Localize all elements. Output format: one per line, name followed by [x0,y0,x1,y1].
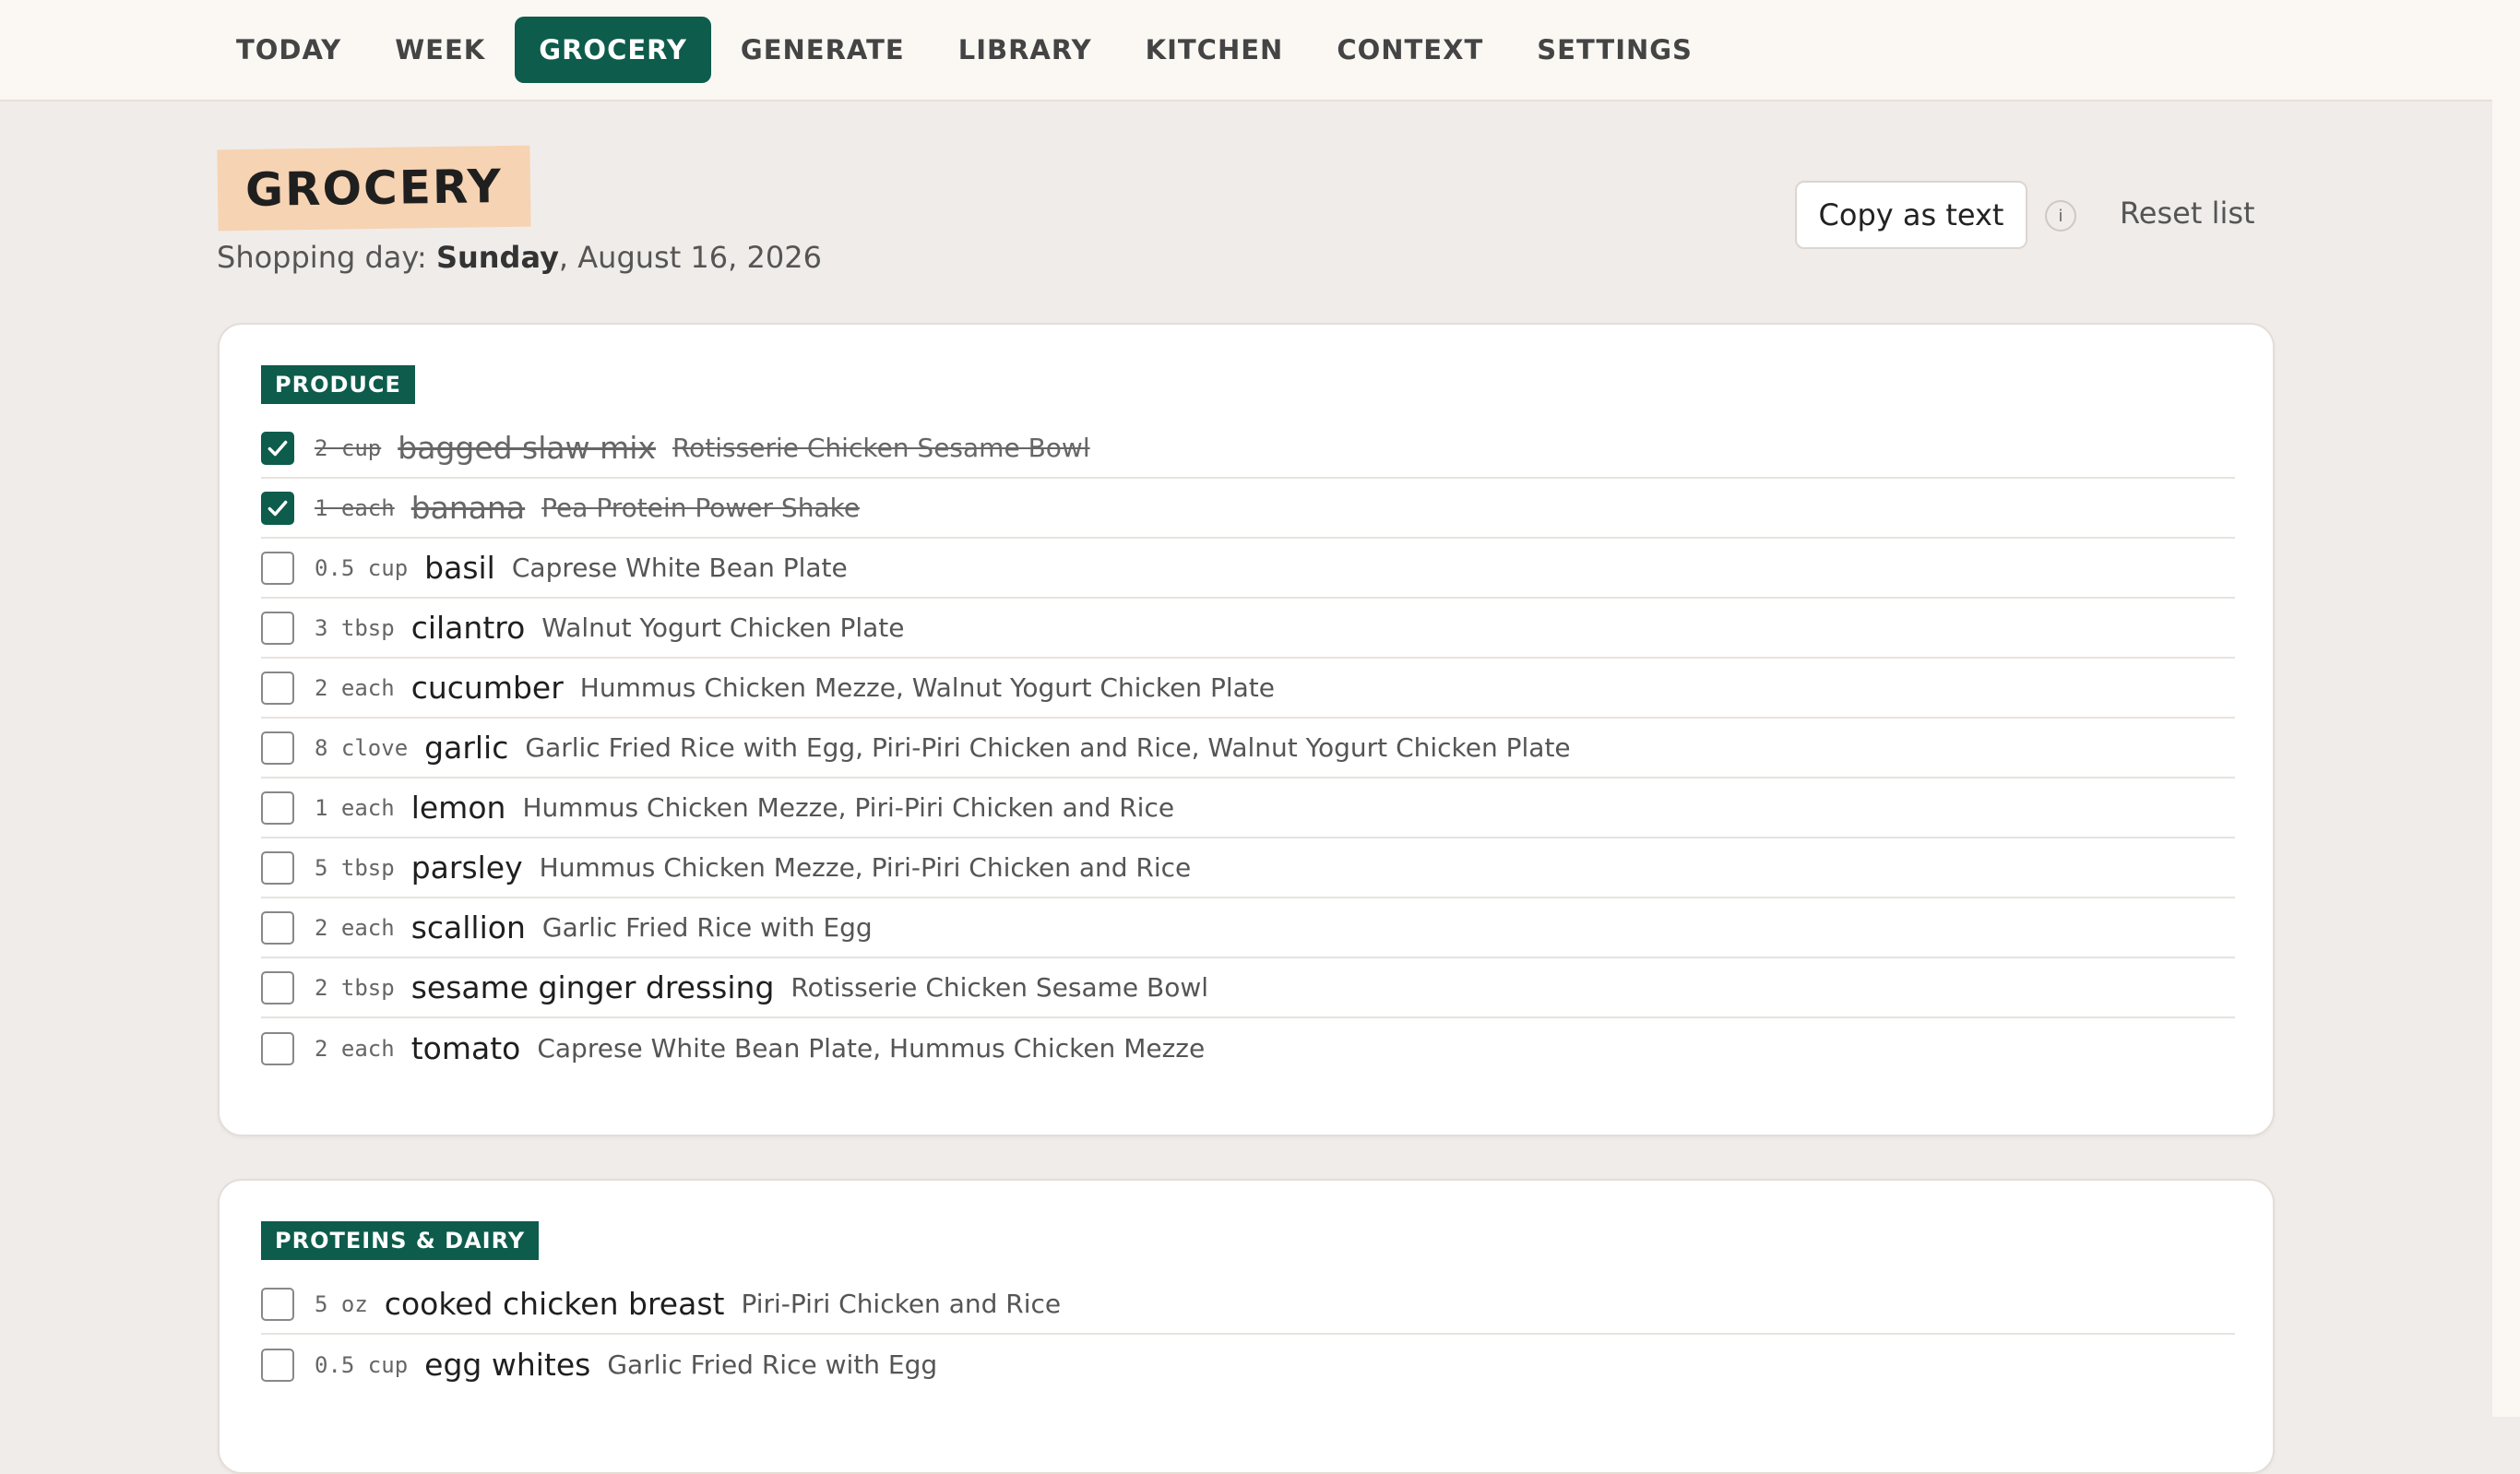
tab-today[interactable]: TODAY [212,17,365,83]
tab-settings[interactable]: SETTINGS [1513,17,1717,83]
item-quantity: 1 each [315,494,395,521]
item-name: scallion [410,909,526,945]
item-quantity: 2 tbsp [315,974,395,1001]
item-recipes: Piri-Piri Chicken and Rice [741,1289,1062,1319]
tab-grocery[interactable]: GROCERY [515,17,711,83]
list-item: 5 tbsp parsley Hummus Chicken Mezze, Piri-… [261,838,2235,898]
shopping-day-prefix: Shopping day: [217,240,436,275]
item-recipes: Rotisserie Chicken Sesame Bowl [672,433,1090,463]
item-name: lemon [410,790,506,826]
item-name: sesame ginger dressing [410,969,775,1005]
item-quantity: 3 tbsp [315,614,395,641]
list-item: 1 each banana Pea Protein Power Shake [261,479,2235,539]
item-name: bagged slaw mix [398,430,656,466]
item-name: tomato [410,1030,521,1066]
info-icon[interactable]: i [2045,200,2076,232]
item-recipes: Garlic Fried Rice with Egg, Piri-Piri Ch… [525,732,1571,763]
item-name: egg whites [424,1347,591,1383]
checkbox-checked[interactable] [261,491,294,525]
item-recipes: Hummus Chicken Mezze, Walnut Yogurt Chic… [579,672,1275,703]
checkbox[interactable] [261,970,294,1004]
checkbox[interactable] [261,611,294,645]
list-item: 5 oz cooked chicken breast Piri-Piri Chick… [261,1275,2235,1335]
item-quantity: 2 each [315,914,395,941]
list-item: 2 each tomato Caprese White Bean Plate, Hu… [261,1018,2235,1078]
checkbox[interactable] [261,1287,294,1321]
checkbox[interactable] [261,551,294,585]
item-recipes: Rotisserie Chicken Sesame Bowl [790,972,1209,1003]
list-item: 0.5 cup egg whites Garlic Fried Rice with … [261,1335,2235,1395]
item-recipes: Caprese White Bean Plate, Hummus Chicken… [537,1033,1206,1064]
tab-generate[interactable]: GENERATE [717,17,929,83]
item-quantity: 0.5 cup [315,554,409,581]
scrollbar[interactable] [2492,0,2520,1417]
item-quantity: 0.5 cup [315,1351,409,1378]
checkbox[interactable] [261,1348,294,1382]
item-name: cooked chicken breast [384,1286,725,1322]
top-nav: TODAY WEEK GROCERY GENERATE LIBRARY KITCHEN CO… [0,0,2492,101]
check-icon [267,440,288,456]
item-name: garlic [424,730,509,766]
item-recipes: Caprese White Bean Plate [511,553,848,583]
checkbox[interactable] [261,850,294,885]
tab-kitchen[interactable]: KITCHEN [1122,17,1308,83]
item-name: cucumber [410,670,564,706]
item-quantity: 2 each [315,1035,395,1062]
item-recipes: Hummus Chicken Mezze, Piri-Piri Chicken … [522,792,1175,823]
section-badge: PRODUCE [261,365,415,404]
list-item: 2 each cucumber Hummus Chicken Mezze, Waln… [261,659,2235,719]
checkbox[interactable] [261,731,294,765]
item-recipes: Garlic Fried Rice with Egg [607,1349,938,1380]
item-quantity: 2 cup [315,434,382,461]
item-list: 2 cup bagged slaw mix Rotisserie Chicken S… [261,419,2235,1078]
section-card-produce: PRODUCE 2 cup bagged slaw mix Rotisserie C… [218,323,2275,1136]
item-quantity: 1 each [315,794,395,821]
page-title: GROCERY [244,160,504,217]
item-quantity: 2 each [315,674,395,701]
item-list: 5 oz cooked chicken breast Piri-Piri Chick… [261,1275,2235,1395]
tab-week[interactable]: WEEK [371,17,509,83]
list-item: 2 tbsp sesame ginger dressing Rotisserie C… [261,958,2235,1018]
tab-context[interactable]: CONTEXT [1313,17,1507,83]
section-badge: PROTEINS & DAIRY [261,1221,540,1260]
item-name: cilantro [410,610,526,646]
copy-as-text-button[interactable]: Copy as text [1795,181,2027,249]
item-quantity: 5 tbsp [315,854,395,881]
nav-tabs: TODAY WEEK GROCERY GENERATE LIBRARY KITCHEN CO… [212,17,1717,83]
checkbox[interactable] [261,1031,294,1065]
item-quantity: 8 clove [315,734,409,761]
check-icon [267,500,288,516]
list-item: 2 each scallion Garlic Fried Rice with Egg [261,898,2235,958]
item-recipes: Garlic Fried Rice with Egg [541,912,873,943]
shopping-day: Shopping day: Sunday, August 16, 2026 [217,240,822,275]
checkbox[interactable] [261,671,294,705]
page-title-highlight: GROCERY [217,145,531,232]
checkbox[interactable] [261,790,294,825]
reset-list-button[interactable]: Reset list [2120,196,2255,231]
list-item: 2 cup bagged slaw mix Rotisserie Chicken S… [261,419,2235,479]
shopping-day-date: , August 16, 2026 [558,240,822,275]
shopping-day-weekday: Sunday [435,240,559,275]
checkbox-checked[interactable] [261,431,294,465]
list-item: 3 tbsp cilantro Walnut Yogurt Chicken Plat… [261,599,2235,659]
item-name: parsley [410,850,523,886]
item-recipes: Pea Protein Power Shake [541,493,861,523]
item-quantity: 5 oz [315,1290,368,1317]
checkbox[interactable] [261,910,294,945]
item-recipes: Walnut Yogurt Chicken Plate [541,612,905,643]
list-item: 1 each lemon Hummus Chicken Mezze, Piri-Pi… [261,779,2235,838]
item-name: banana [410,490,526,526]
tab-library[interactable]: LIBRARY [934,17,1116,83]
item-name: basil [424,550,495,586]
list-item: 0.5 cup basil Caprese White Bean Plate [261,539,2235,599]
list-item: 8 clove garlic Garlic Fried Rice with Egg,… [261,719,2235,779]
section-card-proteins-dairy: PROTEINS & DAIRY 5 oz cooked chicken brea… [218,1179,2275,1474]
item-recipes: Hummus Chicken Mezze, Piri-Piri Chicken … [539,852,1192,883]
